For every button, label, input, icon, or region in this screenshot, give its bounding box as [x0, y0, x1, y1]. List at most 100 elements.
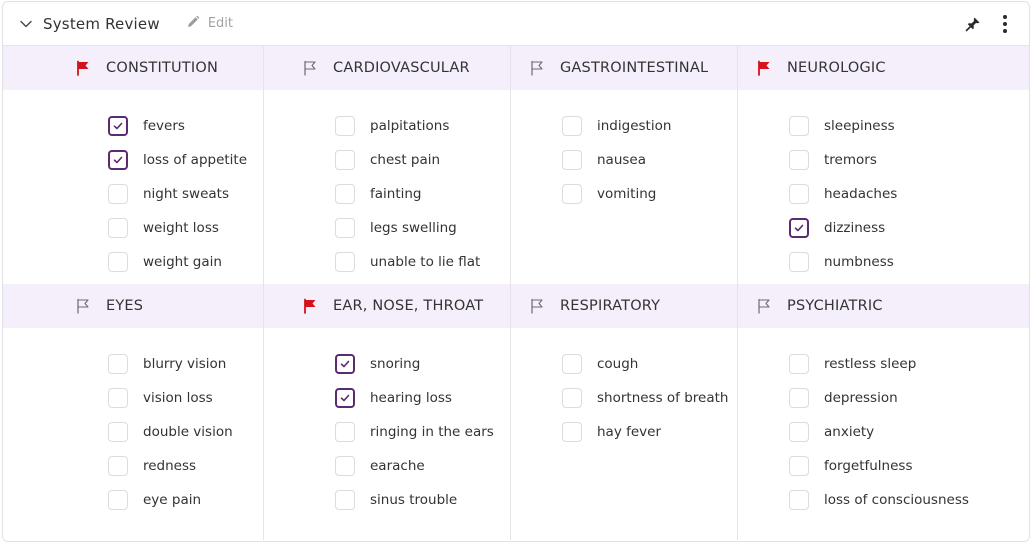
symptom-checkbox[interactable] [108, 456, 128, 476]
symptom-checkbox[interactable] [789, 354, 809, 374]
symptom-checkbox[interactable] [108, 490, 128, 510]
system-review-panel: System Review Edit CONSTITUTION fevers los… [2, 1, 1030, 542]
symptom-checkbox[interactable] [562, 422, 582, 442]
symptom-checkbox[interactable] [335, 456, 355, 476]
symptom-checkbox[interactable] [335, 490, 355, 510]
symptom-checkbox[interactable] [108, 184, 128, 204]
symptom-item[interactable]: double vision [108, 415, 263, 449]
symptom-checkbox[interactable] [789, 422, 809, 442]
flag-outline-icon[interactable] [301, 59, 319, 77]
flag-outline-icon[interactable] [528, 297, 546, 315]
symptom-label: redness [143, 458, 197, 474]
edit-button[interactable]: Edit [186, 14, 233, 33]
more-vertical-icon[interactable] [993, 12, 1017, 36]
symptom-item[interactable]: restless sleep [789, 347, 1029, 381]
symptom-item[interactable]: hearing loss [335, 381, 510, 415]
symptom-item[interactable]: nausea [562, 143, 737, 177]
symptom-item[interactable]: weight loss [108, 211, 263, 245]
symptom-checkbox[interactable] [335, 252, 355, 272]
symptom-item[interactable]: palpitations [335, 109, 510, 143]
symptom-checkbox[interactable] [789, 218, 809, 238]
section-title: GASTROINTESTINAL [560, 60, 709, 76]
symptom-item[interactable]: chest pain [335, 143, 510, 177]
symptom-checkbox[interactable] [108, 422, 128, 442]
flag-filled-icon[interactable] [755, 59, 773, 77]
symptom-label: sleepiness [824, 118, 895, 134]
symptom-item[interactable]: loss of consciousness [789, 483, 1029, 517]
symptom-item[interactable]: ringing in the ears [335, 415, 510, 449]
symptom-item[interactable]: numbness [789, 245, 1029, 279]
symptom-item[interactable]: dizziness [789, 211, 1029, 245]
symptom-checkbox[interactable] [108, 354, 128, 374]
symptom-checkbox[interactable] [335, 116, 355, 136]
symptom-checkbox[interactable] [108, 252, 128, 272]
symptom-item[interactable]: indigestion [562, 109, 737, 143]
symptom-checkbox[interactable] [789, 388, 809, 408]
symptom-label: vision loss [143, 390, 213, 406]
symptom-item[interactable]: anxiety [789, 415, 1029, 449]
chevron-down-icon[interactable] [17, 15, 35, 33]
symptom-checkbox[interactable] [335, 354, 355, 374]
symptom-checkbox[interactable] [335, 218, 355, 238]
symptom-item[interactable]: headaches [789, 177, 1029, 211]
symptom-item[interactable]: vision loss [108, 381, 263, 415]
symptom-checkbox[interactable] [562, 116, 582, 136]
section-header: CONSTITUTION [3, 46, 263, 90]
symptom-checkbox[interactable] [789, 150, 809, 170]
section-eyes: EYES blurry vision vision loss double visio… [3, 284, 264, 540]
symptom-item[interactable]: hay fever [562, 415, 737, 449]
flag-outline-icon[interactable] [755, 297, 773, 315]
section-header: EAR, NOSE, THROAT [264, 284, 510, 328]
section-neurologic: NEUROLOGIC sleepiness tremors headaches dizz… [738, 46, 1029, 284]
symptom-checkbox[interactable] [335, 422, 355, 442]
symptom-item[interactable]: fainting [335, 177, 510, 211]
symptom-checkbox[interactable] [335, 150, 355, 170]
symptom-item[interactable]: tremors [789, 143, 1029, 177]
symptom-item[interactable]: redness [108, 449, 263, 483]
symptom-item[interactable]: sleepiness [789, 109, 1029, 143]
symptom-item[interactable]: blurry vision [108, 347, 263, 381]
symptom-item[interactable]: loss of appetite [108, 143, 263, 177]
symptom-item[interactable]: eye pain [108, 483, 263, 517]
symptom-checkbox[interactable] [108, 388, 128, 408]
symptom-checkbox[interactable] [108, 116, 128, 136]
symptom-checkbox[interactable] [335, 184, 355, 204]
symptom-item[interactable]: fevers [108, 109, 263, 143]
symptom-item[interactable]: earache [335, 449, 510, 483]
symptom-item[interactable]: snoring [335, 347, 510, 381]
symptom-checkbox[interactable] [562, 150, 582, 170]
symptom-item[interactable]: night sweats [108, 177, 263, 211]
symptom-label: weight loss [143, 220, 219, 236]
symptom-checkbox[interactable] [789, 252, 809, 272]
symptom-checkbox[interactable] [789, 116, 809, 136]
symptom-checkbox[interactable] [108, 218, 128, 238]
symptom-label: weight gain [143, 254, 222, 270]
pin-icon[interactable] [961, 12, 985, 36]
symptom-label: loss of consciousness [824, 492, 969, 508]
symptom-item[interactable]: forgetfulness [789, 449, 1029, 483]
symptom-checkbox[interactable] [789, 490, 809, 510]
flag-filled-icon[interactable] [301, 297, 319, 315]
section-header: GASTROINTESTINAL [511, 46, 737, 90]
symptom-item[interactable]: sinus trouble [335, 483, 510, 517]
symptom-checkbox[interactable] [562, 388, 582, 408]
symptom-item[interactable]: depression [789, 381, 1029, 415]
flag-outline-icon[interactable] [528, 59, 546, 77]
symptom-item[interactable]: cough [562, 347, 737, 381]
symptom-checkbox[interactable] [789, 456, 809, 476]
flag-outline-icon[interactable] [74, 297, 92, 315]
symptom-checkbox[interactable] [335, 388, 355, 408]
flag-filled-icon[interactable] [74, 59, 92, 77]
symptom-item[interactable]: legs swelling [335, 211, 510, 245]
symptom-checkbox[interactable] [562, 184, 582, 204]
symptom-checkbox[interactable] [789, 184, 809, 204]
symptom-item[interactable]: shortness of breath [562, 381, 737, 415]
symptom-label: anxiety [824, 424, 875, 440]
symptom-item[interactable]: vomiting [562, 177, 737, 211]
symptom-label: fainting [370, 186, 422, 202]
symptom-checkbox[interactable] [562, 354, 582, 374]
section-header: PSYCHIATRIC [738, 284, 1029, 328]
symptom-item[interactable]: unable to lie flat [335, 245, 510, 279]
symptom-item[interactable]: weight gain [108, 245, 263, 279]
symptom-checkbox[interactable] [108, 150, 128, 170]
